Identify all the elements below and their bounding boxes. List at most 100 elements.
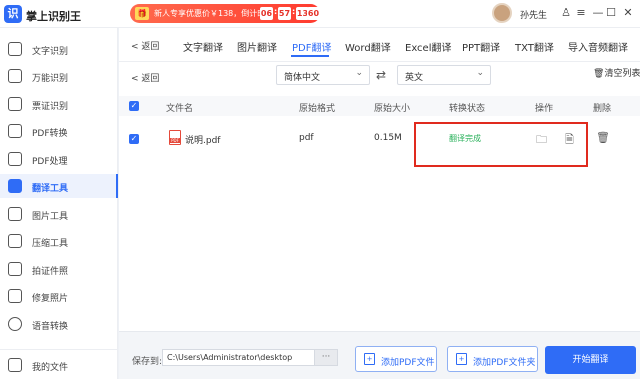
sidebar-item-label: 翻译工具 [32,184,69,194]
add-folder-icon: + [456,353,467,365]
universal-recognition-icon [8,69,22,83]
target-language-select[interactable]: 英文 ⌄ [397,65,491,85]
menu-icon[interactable]: ≡ [573,5,589,21]
pdf-convert-icon [8,124,22,138]
image-tool-icon [8,207,22,221]
sidebar-item-label: PDF处理 [32,157,68,167]
countdown-separator: : [274,7,278,16]
tab-pdf-translate[interactable]: PDF翻译 [292,39,331,54]
sidebar-item-id-photo[interactable]: 拍证件照 [0,257,118,281]
table-header: ✓ 文件名 原始格式 原始大小 转换状态 操作 删除 [119,96,640,116]
sidebar-divider [0,349,118,350]
column-header-status: 转换状态 [449,104,486,114]
text-recognition-icon [8,42,22,56]
tab-text-translate[interactable]: 文字翻译 [183,39,223,54]
tab-image-translate[interactable]: 图片翻译 [237,39,277,54]
tab-audio-translate[interactable]: 导入音频翻译 [568,39,628,54]
highlight-box [414,122,588,167]
sidebar-item-ticket-recognition[interactable]: 票证识别 [0,92,118,116]
tab-excel-translate[interactable]: Excel翻译 [405,39,452,54]
sidebar-item-label: 图片工具 [32,212,69,222]
tab-ppt-translate[interactable]: PPT翻译 [462,39,500,54]
maximize-button[interactable]: ☐ [603,5,619,21]
file-format: pdf [299,133,314,143]
sidebar-item-label: 语音转换 [32,322,69,332]
avatar[interactable] [492,3,512,23]
add-pdf-folder-button[interactable]: + 添加PDF文件夹 [447,346,538,372]
close-button[interactable]: ✕ [620,5,636,21]
sidebar-item-text-recognition[interactable]: 文字识别 [0,37,118,61]
sidebar-item-image-tool[interactable]: 图片工具 [0,202,118,226]
my-files-icon [8,358,22,372]
browse-path-button[interactable]: ··· [314,349,338,366]
sidebar-item-label: 票证识别 [32,102,69,112]
translate-tool-icon [8,179,22,193]
promo-text: 新人专享优惠价￥138，倒计时 [154,9,266,18]
bottom-bar: 保存到: C:\Users\Administrator\desktop ··· … [119,331,640,379]
column-header-actions: 操作 [535,104,554,114]
column-header-size: 原始大小 [374,104,411,114]
sidebar-item-my-files[interactable]: 我的文件 [0,353,118,377]
countdown-separator: : [292,7,296,16]
sidebar-item-label: 拍证件照 [32,267,69,277]
chevron-down-icon: ⌄ [355,68,363,78]
countdown-ms-visible: 60 [307,7,320,20]
save-to-label: 保存到: [132,357,163,367]
clear-list-button[interactable]: 🗑清空列表 [593,66,640,79]
delete-icon[interactable]: 🗑 [596,131,610,144]
promo-banner[interactable]: 🎁 新人专享优惠价￥138，倒计时 06 : 57 : 13 : [130,4,320,23]
sidebar-item-photo-repair[interactable]: 修复照片 [0,284,118,308]
sidebar-item-voice-convert[interactable]: 语音转换 [0,312,118,336]
photo-repair-icon [8,289,22,303]
column-header-delete: 删除 [593,104,612,114]
title-bar: 识 掌上识别王 🎁 新人专享优惠价￥138，倒计时 06 : 57 : 13 :… [0,0,640,28]
source-language-value: 简体中文 [284,73,321,83]
file-size: 0.15M [374,133,402,143]
swap-languages-icon[interactable]: ⇄ [376,68,386,82]
add-file-icon: + [364,353,375,365]
sidebar-item-compress-tool[interactable]: 压缩工具 [0,229,118,253]
main-panel: < 返回 文字翻译 图片翻译 PDF翻译 Word翻译 Excel翻译 PPT翻… [119,28,640,379]
sidebar-item-pdf-process[interactable]: PDF处理 [0,147,118,171]
username[interactable]: 孙先生 [520,8,547,21]
sidebar-item-pdf-convert[interactable]: PDF转换 [0,119,118,143]
chevron-left-icon: < [131,74,142,84]
chevron-down-icon: ⌄ [476,68,484,78]
target-language-value: 英文 [405,73,424,83]
pdf-file-icon [169,130,181,145]
add-pdf-folder-label: 添加PDF文件夹 [473,358,536,368]
back-button[interactable]: < 返回 [131,39,159,52]
back-label: 返回 [141,74,160,84]
countdown-hours: 06 [260,7,273,20]
ticket-recognition-icon [8,97,22,111]
sidebar-item-label: 万能识别 [32,74,69,84]
start-translate-button[interactable]: 开始翻译 [545,346,636,374]
countdown-minutes: 57 [278,7,291,20]
column-header-format: 原始格式 [299,104,336,114]
column-header-filename: 文件名 [166,104,194,114]
app-logo-icon: 识 [4,5,22,23]
compress-tool-icon [8,234,22,248]
save-path-value: C:\Users\Administrator\desktop [167,353,293,362]
sidebar: 文字识别 万能识别 票证识别 PDF转换 PDF处理 翻译工具 图片工具 压缩工… [0,28,118,379]
sidebar-item-label: 文字识别 [32,47,69,57]
source-language-select[interactable]: 简体中文 ⌄ [276,65,370,85]
back-label: 返回 [141,42,160,52]
sidebar-item-universal-recognition[interactable]: 万能识别 [0,64,118,88]
lang-back-button[interactable]: < 返回 [131,71,159,84]
tabs-divider [119,61,640,62]
trash-icon: 🗑 [593,69,605,79]
tab-txt-translate[interactable]: TXT翻译 [515,39,554,54]
save-path-input[interactable]: C:\Users\Administrator\desktop [162,349,338,366]
app-title: 掌上识别王 [26,10,81,23]
row-checkbox[interactable]: ✓ [129,134,139,144]
pdf-process-icon [8,152,22,166]
skin-icon[interactable]: ♙ [558,5,574,21]
add-pdf-file-button[interactable]: + 添加PDF文件 [355,346,437,372]
sidebar-item-label: 压缩工具 [32,239,69,249]
select-all-checkbox[interactable]: ✓ [129,101,139,111]
sidebar-item-label: PDF转换 [32,129,68,139]
tab-word-translate[interactable]: Word翻译 [345,39,391,54]
sidebar-item-translate-tool[interactable]: 翻译工具 [0,174,118,198]
id-photo-icon [8,262,22,276]
